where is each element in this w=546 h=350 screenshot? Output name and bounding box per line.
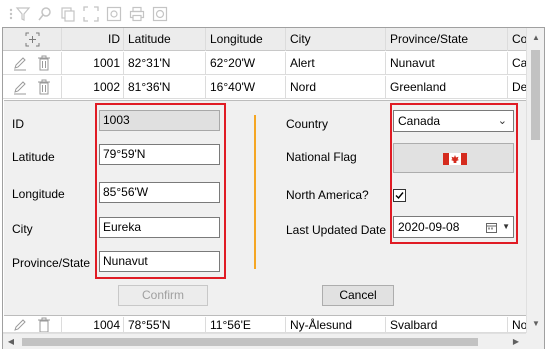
cell-id: 1004 <box>61 317 123 332</box>
country-select-value: Canada <box>398 114 441 128</box>
date-value: 2020-09-08 <box>398 220 460 234</box>
province-field[interactable]: Nunavut <box>99 251 220 272</box>
id-label: ID <box>12 117 24 131</box>
city-field[interactable]: Eureka <box>99 217 220 238</box>
cell-longitude: 62°20'W <box>205 52 285 75</box>
scroll-down-icon[interactable]: ▼ <box>527 316 545 332</box>
cell-city: Ny-Ålesund <box>285 317 385 332</box>
horizontal-scrollbar[interactable]: ◀ ▶ <box>3 333 526 349</box>
horizontal-scroll-thumb[interactable] <box>22 338 478 346</box>
cell-province: Greenland <box>385 76 507 99</box>
canada-flag-icon <box>443 153 467 165</box>
cell-province: Svalbard <box>385 317 507 332</box>
cell-latitude: 82°31'N <box>123 52 205 75</box>
data-grid: ID Latitude Longitude City Province/Stat… <box>2 27 545 349</box>
north-america-checkbox[interactable] <box>393 189 406 202</box>
id-field: 1003 <box>99 110 220 131</box>
scroll-left-icon[interactable]: ◀ <box>3 334 19 350</box>
scroll-up-icon[interactable]: ▲ <box>527 30 545 46</box>
date-label: Last Updated Date <box>286 223 387 237</box>
copy-icon[interactable] <box>60 6 76 22</box>
select-area-icon[interactable] <box>83 6 99 22</box>
country-select[interactable]: Canada ⌄ <box>393 110 514 132</box>
north-america-label: North America? <box>286 188 369 202</box>
national-flag-button[interactable] <box>393 143 514 173</box>
date-picker[interactable]: 2020-09-08 ▼ <box>393 216 514 238</box>
cancel-button[interactable]: Cancel <box>322 285 394 306</box>
grid-header: ID Latitude Longitude City Province/Stat… <box>3 28 526 51</box>
city-label: City <box>12 222 33 236</box>
column-header-longitude[interactable]: Longitude <box>205 28 285 51</box>
cell-id: 1002 <box>61 76 123 99</box>
cell-country: Ca <box>507 52 526 75</box>
vertical-scroll-thumb[interactable] <box>531 50 540 140</box>
photo-icon[interactable] <box>106 6 122 22</box>
scrollbar-corner <box>526 333 544 349</box>
vertical-scrollbar[interactable]: ▲ ▼ <box>526 28 544 334</box>
edit-icon[interactable] <box>13 317 27 332</box>
flag-label: National Flag <box>286 150 357 164</box>
cell-city: Nord <box>285 76 385 99</box>
column-header-province[interactable]: Province/State <box>385 28 507 51</box>
table-row[interactable]: 1002 81°36'N 16°40'W Nord Greenland De <box>3 76 526 99</box>
calendar-icon[interactable] <box>486 222 497 233</box>
search-icon[interactable] <box>37 6 53 22</box>
snapshot-icon[interactable] <box>152 6 168 22</box>
date-dropdown-icon[interactable]: ▼ <box>502 217 510 237</box>
column-header-country[interactable]: Co <box>507 28 526 51</box>
table-row[interactable]: 1001 82°31'N 62°20'W Alert Nunavut Ca <box>3 52 526 75</box>
table-row[interactable]: 1004 78°55'N 11°56'E Ny-Ålesund Svalbard… <box>3 317 526 333</box>
form-divider <box>254 115 256 269</box>
scroll-right-icon[interactable]: ▶ <box>508 334 524 350</box>
funnel-icon[interactable] <box>15 6 31 22</box>
delete-icon[interactable] <box>37 79 51 95</box>
delete-icon[interactable] <box>37 55 51 71</box>
edit-icon[interactable] <box>13 79 27 95</box>
longitude-field[interactable]: 85°56'W <box>99 182 220 203</box>
cell-longitude: 11°56'E <box>205 317 285 332</box>
add-row-icon[interactable] <box>25 32 40 47</box>
print-icon[interactable] <box>129 6 145 22</box>
cell-longitude: 16°40'W <box>205 76 285 99</box>
cell-country: No <box>507 317 526 332</box>
latitude-field[interactable]: 79°59'N <box>99 144 220 165</box>
delete-icon[interactable] <box>37 317 51 332</box>
column-header-city[interactable]: City <box>285 28 385 51</box>
edit-icon[interactable] <box>13 55 27 71</box>
cell-city: Alert <box>285 52 385 75</box>
toolbar <box>0 0 546 28</box>
cell-province: Nunavut <box>385 52 507 75</box>
chevron-down-icon: ⌄ <box>497 115 507 127</box>
latitude-label: Latitude <box>12 150 55 164</box>
cell-country: De <box>507 76 526 99</box>
confirm-button[interactable]: Confirm <box>118 285 208 306</box>
cell-id: 1001 <box>61 52 123 75</box>
cell-latitude: 78°55'N <box>123 317 205 332</box>
country-label: Country <box>286 117 329 131</box>
longitude-label: Longitude <box>12 187 65 201</box>
province-label: Province/State <box>12 256 91 270</box>
edit-form: ID 1003 Latitude 79°59'N Longitude 85°56… <box>4 100 526 316</box>
column-header-latitude[interactable]: Latitude <box>123 28 205 51</box>
add-row-cell[interactable] <box>3 28 61 51</box>
cell-latitude: 81°36'N <box>123 76 205 99</box>
checkmark-icon <box>395 192 404 200</box>
column-header-id[interactable]: ID <box>61 28 123 51</box>
